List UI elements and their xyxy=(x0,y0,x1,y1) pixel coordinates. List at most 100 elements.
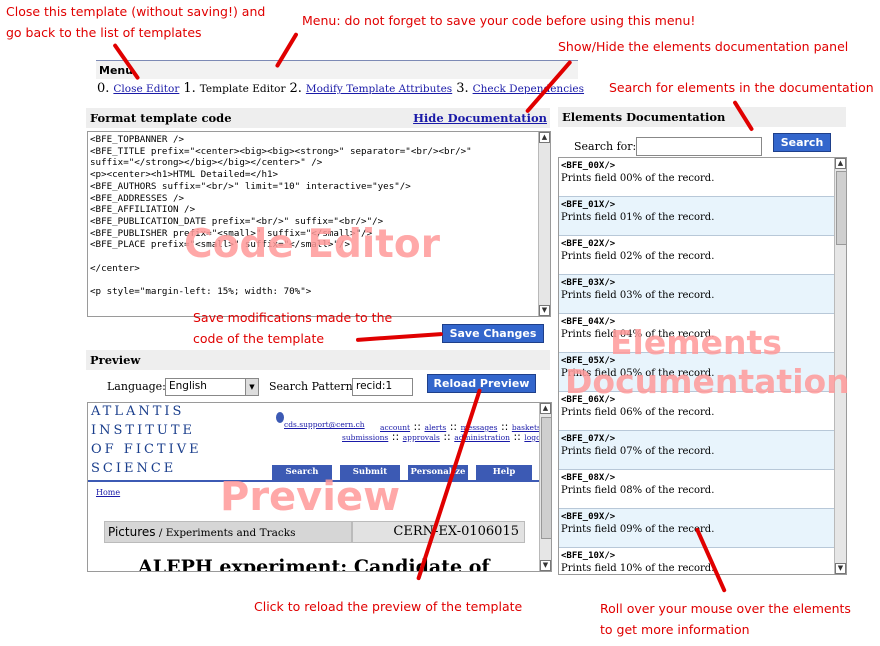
editor-scrollbar[interactable]: ▲ ▼ xyxy=(538,132,550,316)
nav-personalize-button[interactable]: Personalize xyxy=(408,465,468,480)
preview-header: Preview xyxy=(86,350,550,370)
support-icon xyxy=(276,412,284,423)
doc-item-tag: <BFE_01X/> xyxy=(561,200,616,210)
doc-item-description: Prints field 10% of the record. xyxy=(561,563,715,574)
header-divider xyxy=(88,480,539,482)
scroll-down-icon[interactable]: ▼ xyxy=(539,305,550,316)
doc-item-tag: <BFE_06X/> xyxy=(561,395,616,405)
doc-item[interactable]: <BFE_03X/> Prints field 03% of the record… xyxy=(559,275,834,314)
rollover-note: Roll over your mouse over the elements t… xyxy=(600,598,851,640)
menu-steps: 0. Close Editor 1. Template Editor 2. Mo… xyxy=(97,80,584,96)
close-editor-link[interactable]: Close Editor xyxy=(113,83,179,95)
template-editor-label: Template Editor xyxy=(199,83,286,95)
close-template-note-line-1: Close this template (without saving!) an… xyxy=(6,4,266,19)
docs-header: Elements Documentation xyxy=(558,107,846,127)
doc-item-tag: <BFE_08X/> xyxy=(561,473,616,483)
doc-item[interactable]: <BFE_00X/> Prints field 00% of the record… xyxy=(559,158,834,197)
doc-item-tag: <BFE_10X/> xyxy=(561,551,616,561)
doc-item-description: Prints field 03% of the record. xyxy=(561,290,715,301)
submissions-link[interactable]: submissions xyxy=(342,433,388,442)
menu-header: Menu xyxy=(96,60,578,79)
scroll-thumb[interactable] xyxy=(541,417,551,539)
step0-number: 0. xyxy=(97,81,110,96)
doc-item[interactable]: <BFE_08X/> Prints field 08% of the record… xyxy=(559,470,834,509)
scroll-thumb[interactable] xyxy=(836,171,846,245)
record-id-box: CERN-EX-0106015 xyxy=(352,521,525,543)
save-note-line-1: Save modifications made to the xyxy=(193,310,393,325)
doc-item-description: Prints field 05% of the record. xyxy=(561,368,715,379)
docs-scrollbar[interactable]: ▲ ▼ xyxy=(834,158,846,574)
docs-title: Elements Documentation xyxy=(562,110,726,124)
breadcrumb-home-link[interactable]: Home xyxy=(96,488,120,497)
top-links-row-2: submissions :: approvals :: administrati… xyxy=(342,430,549,443)
chevron-down-icon[interactable]: ▼ xyxy=(245,379,258,395)
doc-item-tag: <BFE_05X/> xyxy=(561,356,616,366)
doc-item[interactable]: <BFE_01X/> Prints field 01% of the record… xyxy=(559,197,834,236)
doc-item-description: Prints field 01% of the record. xyxy=(561,212,715,223)
search-pattern-value: recid:1 xyxy=(356,380,393,392)
doc-item[interactable]: <BFE_04X/> Prints field 04% of the record… xyxy=(559,314,834,353)
step2-number: 2. xyxy=(289,81,302,96)
logo-line-3: OF FICTIVE xyxy=(91,442,202,457)
search-pattern-input[interactable]: recid:1 xyxy=(352,378,413,396)
scroll-up-icon[interactable]: ▲ xyxy=(835,158,846,169)
doc-item[interactable]: <BFE_05X/> Prints field 05% of the record… xyxy=(559,353,834,392)
scroll-down-icon[interactable]: ▼ xyxy=(540,560,551,571)
search-pattern-label: Search Pattern: xyxy=(269,380,357,393)
modify-attributes-link[interactable]: Modify Template Attributes xyxy=(306,83,452,95)
language-label: Language: xyxy=(107,380,166,393)
menu-note: Menu: do not forget to save your code be… xyxy=(302,13,696,28)
scroll-up-icon[interactable]: ▲ xyxy=(539,132,550,143)
doc-item-tag: <BFE_09X/> xyxy=(561,512,616,522)
collection-box: Pictures / Experiments and Tracks xyxy=(104,521,352,543)
docs-search-input[interactable] xyxy=(636,137,762,156)
doc-item[interactable]: <BFE_07X/> Prints field 07% of the record… xyxy=(559,431,834,470)
search-docs-note: Search for elements in the documentation xyxy=(609,80,874,95)
logo-line-4: SCIENCE xyxy=(91,461,177,476)
doc-item-description: Prints field 06% of the record. xyxy=(561,407,715,418)
collection-label: Pictures / Experiments and Tracks xyxy=(108,525,296,539)
doc-item-tag: <BFE_02X/> xyxy=(561,239,616,249)
nav-submit-button[interactable]: Submit xyxy=(340,465,400,480)
save-note: Save modifications made to the code of t… xyxy=(193,307,392,349)
logo-line-2: INSTITUTE xyxy=(91,423,196,438)
nav-help-button[interactable]: Help xyxy=(476,465,532,480)
logo-line-1: ATLANTIS xyxy=(91,404,185,419)
doc-item-description: Prints field 08% of the record. xyxy=(561,485,715,496)
record-id: CERN-EX-0106015 xyxy=(393,524,519,539)
docs-search-button[interactable]: Search xyxy=(773,133,831,152)
scroll-up-icon[interactable]: ▲ xyxy=(540,403,551,414)
doc-item-tag: <BFE_04X/> xyxy=(561,317,616,327)
step1-number: 1. xyxy=(183,81,196,96)
show-hide-docs-note: Show/Hide the elements documentation pan… xyxy=(558,39,849,54)
step3-number: 3. xyxy=(456,81,469,96)
doc-item-description: Prints field 02% of the record. xyxy=(561,251,715,262)
approvals-link[interactable]: approvals xyxy=(403,433,440,442)
close-template-note-line-2: go back to the list of templates xyxy=(6,25,202,40)
code-editor[interactable]: <BFE_TOPBANNER /> <BFE_TITLE prefix="<ce… xyxy=(87,131,551,317)
language-value: English xyxy=(169,380,207,392)
preview-frame: ATLANTIS INSTITUTE OF FICTIVE SCIENCE cd… xyxy=(87,402,552,572)
docs-search-label: Search for: xyxy=(574,140,637,153)
doc-item-tag: <BFE_03X/> xyxy=(561,278,616,288)
doc-item-description: Prints field 04% of the record. xyxy=(561,329,715,340)
preview-scrollbar[interactable]: ▲ ▼ xyxy=(539,403,551,571)
record-title: ALEPH experiment: Candidate of xyxy=(138,556,490,572)
check-dependencies-link[interactable]: Check Dependencies xyxy=(473,83,584,95)
doc-item[interactable]: <BFE_02X/> Prints field 02% of the record… xyxy=(559,236,834,275)
template-code[interactable]: <BFE_TOPBANNER /> <BFE_TITLE prefix="<ce… xyxy=(90,134,472,298)
rollover-note-line-1: Roll over your mouse over the elements xyxy=(600,601,851,616)
scroll-down-icon[interactable]: ▼ xyxy=(835,563,846,574)
doc-item[interactable]: <BFE_10X/> Prints field 10% of the record… xyxy=(559,548,834,574)
rollover-note-line-2: to get more information xyxy=(600,622,750,637)
doc-item-tag: <BFE_07X/> xyxy=(561,434,616,444)
doc-item-description: Prints field 07% of the record. xyxy=(561,446,715,457)
collection-subtitle: / Experiments and Tracks xyxy=(155,527,296,539)
nav-search-button[interactable]: Search xyxy=(272,465,332,480)
save-changes-button[interactable]: Save Changes xyxy=(442,324,544,343)
doc-item-tag: <BFE_00X/> xyxy=(561,161,616,171)
language-select[interactable]: English ▼ xyxy=(165,378,259,396)
doc-item[interactable]: <BFE_06X/> Prints field 06% of the record… xyxy=(559,392,834,431)
support-email-link[interactable]: cds.support@cern.ch xyxy=(284,420,365,429)
reload-note: Click to reload the preview of the templ… xyxy=(254,599,523,614)
